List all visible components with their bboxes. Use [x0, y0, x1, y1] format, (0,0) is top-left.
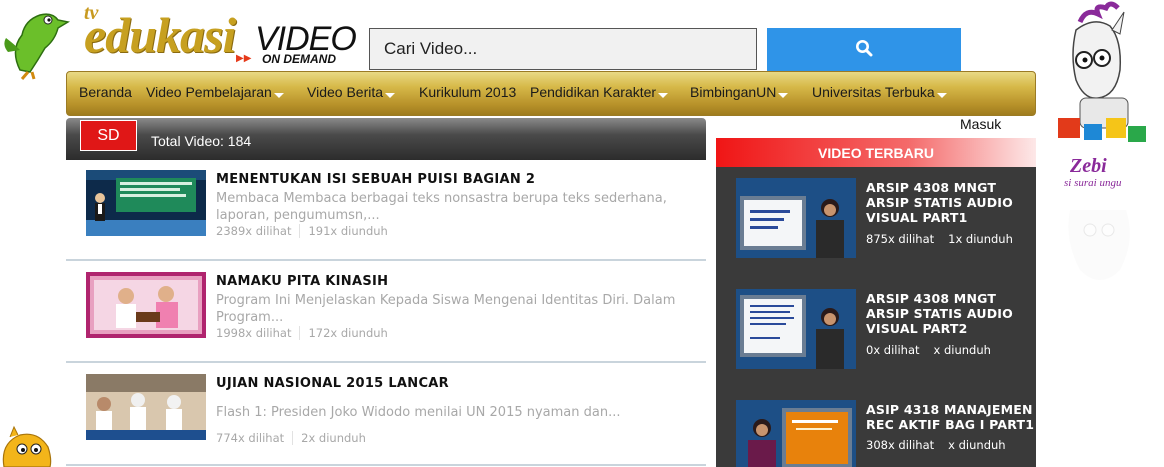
video-list-item[interactable]: MENENTUKAN ISI SEBUAH PUISI BAGIAN 2 Mem…: [66, 160, 706, 260]
view-count: 875x dilihat: [866, 232, 935, 246]
list-divider: [66, 361, 706, 363]
latest-video-title[interactable]: ARSIP 4308 MNGT ARSIP STATIS AUDIO VISUA…: [866, 180, 1036, 225]
video-description: Flash 1: Presiden Joko Widodo menilai UN…: [216, 405, 621, 420]
video-list-item[interactable]: NAMAKU PITA KINASIH Program Ini Menjelas…: [66, 262, 706, 362]
nav-item-bimbingan-un[interactable]: BimbinganUN: [690, 84, 789, 100]
nav-item-video-berita[interactable]: Video Berita: [307, 84, 396, 100]
download-count: 172x diunduh: [299, 326, 388, 340]
search-icon: [855, 39, 873, 60]
video-stats: 0x dilihat x diunduh: [866, 343, 991, 357]
chevron-down-icon: [778, 93, 789, 98]
chevron-down-icon: [385, 93, 396, 98]
latest-videos-header: VIDEO TERBARU: [716, 138, 1036, 167]
view-count: 0x dilihat: [866, 343, 920, 357]
level-badge-sd[interactable]: SD: [80, 120, 137, 151]
mascot-zebi-image: Zebi si surai ungu: [1040, 0, 1164, 300]
chevron-down-icon: [658, 93, 669, 98]
video-title[interactable]: UJIAN NASIONAL 2015 LANCAR: [216, 376, 449, 391]
logo-edukasi-text: edukasi: [84, 7, 236, 63]
nav-item-pendidikan-karakter[interactable]: Pendidikan Karakter: [530, 84, 669, 100]
chevron-down-icon: [936, 93, 947, 98]
video-description: Membaca Membaca berbagai teks nonsastra …: [216, 191, 667, 223]
site-logo[interactable]: tv edukasi VIDEO ▶▶ ON DEMAND: [70, 2, 357, 68]
video-title[interactable]: NAMAKU PITA KINASIH: [216, 274, 388, 289]
video-thumbnail[interactable]: [736, 400, 856, 467]
login-link[interactable]: Masuk: [960, 116, 1001, 132]
play-arrow-icon: ▶▶: [236, 53, 252, 64]
video-stats: 774x dilihat 2x diunduh: [216, 431, 366, 445]
video-thumbnail[interactable]: [736, 289, 856, 369]
download-count: 2x diunduh: [292, 431, 366, 445]
mascot-name-text: Zebi: [1069, 155, 1107, 177]
nav-item-video-pembelajaran[interactable]: Video Pembelajaran: [146, 84, 284, 100]
mascot-chick-image: [0, 425, 55, 467]
video-thumbnail[interactable]: [736, 178, 856, 258]
video-thumbnail[interactable]: [86, 170, 206, 236]
video-thumbnail[interactable]: [86, 272, 206, 338]
video-list-item[interactable]: UJIAN NASIONAL 2015 LANCAR Flash 1: Pres…: [66, 364, 706, 464]
nav-item-kurikulum-2013[interactable]: Kurikulum 2013: [419, 84, 516, 100]
mascot-tagline-text: si surai ungu: [1064, 177, 1122, 189]
download-count: x diunduh: [948, 438, 1006, 452]
nav-item-beranda[interactable]: Beranda: [79, 84, 132, 100]
video-description: Program Ini Menjelaskan Kepada Siswa Men…: [216, 293, 676, 325]
latest-video-item[interactable]: ARSIP 4308 MNGT ARSIP STATIS AUDIO VISUA…: [736, 178, 1036, 268]
latest-video-title[interactable]: ARSIP 4308 MNGT ARSIP STATIS AUDIO VISUA…: [866, 291, 1036, 336]
view-count: 774x dilihat: [216, 431, 285, 445]
search-button[interactable]: [767, 28, 961, 71]
latest-video-item[interactable]: ARSIP 4308 MNGT ARSIP STATIS AUDIO VISUA…: [736, 289, 1036, 379]
view-count: 2389x dilihat: [216, 224, 292, 238]
latest-video-title[interactable]: ASIP 4318 MANAJEMEN REC AKTIF BAG I PART…: [866, 402, 1036, 432]
mascot-bird-image: [0, 0, 71, 80]
video-thumbnail[interactable]: [86, 374, 206, 440]
search-input[interactable]: [369, 28, 757, 70]
main-navigation: Beranda Video Pembelajaran Video Berita …: [66, 71, 1036, 116]
nav-item-universitas-terbuka[interactable]: Universitas Terbuka: [812, 84, 947, 100]
video-title[interactable]: MENENTUKAN ISI SEBUAH PUISI BAGIAN 2: [216, 172, 535, 187]
video-stats: 875x dilihat 1x diunduh: [866, 232, 1013, 246]
view-count: 1998x dilihat: [216, 326, 292, 340]
download-count: x diunduh: [933, 343, 991, 357]
logo-ondemand-text: ON DEMAND: [262, 52, 336, 66]
view-count: 308x dilihat: [866, 438, 935, 452]
video-stats: 1998x dilihat 172x diunduh: [216, 326, 388, 340]
download-count: 191x diunduh: [299, 224, 388, 238]
total-video-count: Total Video: 184: [151, 133, 252, 149]
video-stats: 308x dilihat x diunduh: [866, 438, 1006, 452]
list-divider: [66, 259, 706, 261]
video-stats: 2389x dilihat 191x diunduh: [216, 224, 388, 238]
video-list-header: SD Total Video: 184: [66, 118, 706, 160]
latest-videos-panel: ARSIP 4308 MNGT ARSIP STATIS AUDIO VISUA…: [716, 167, 1036, 467]
list-divider: [66, 464, 706, 466]
chevron-down-icon: [273, 93, 284, 98]
latest-video-item[interactable]: ASIP 4318 MANAJEMEN REC AKTIF BAG I PART…: [736, 400, 1036, 467]
download-count: 1x diunduh: [948, 232, 1013, 246]
